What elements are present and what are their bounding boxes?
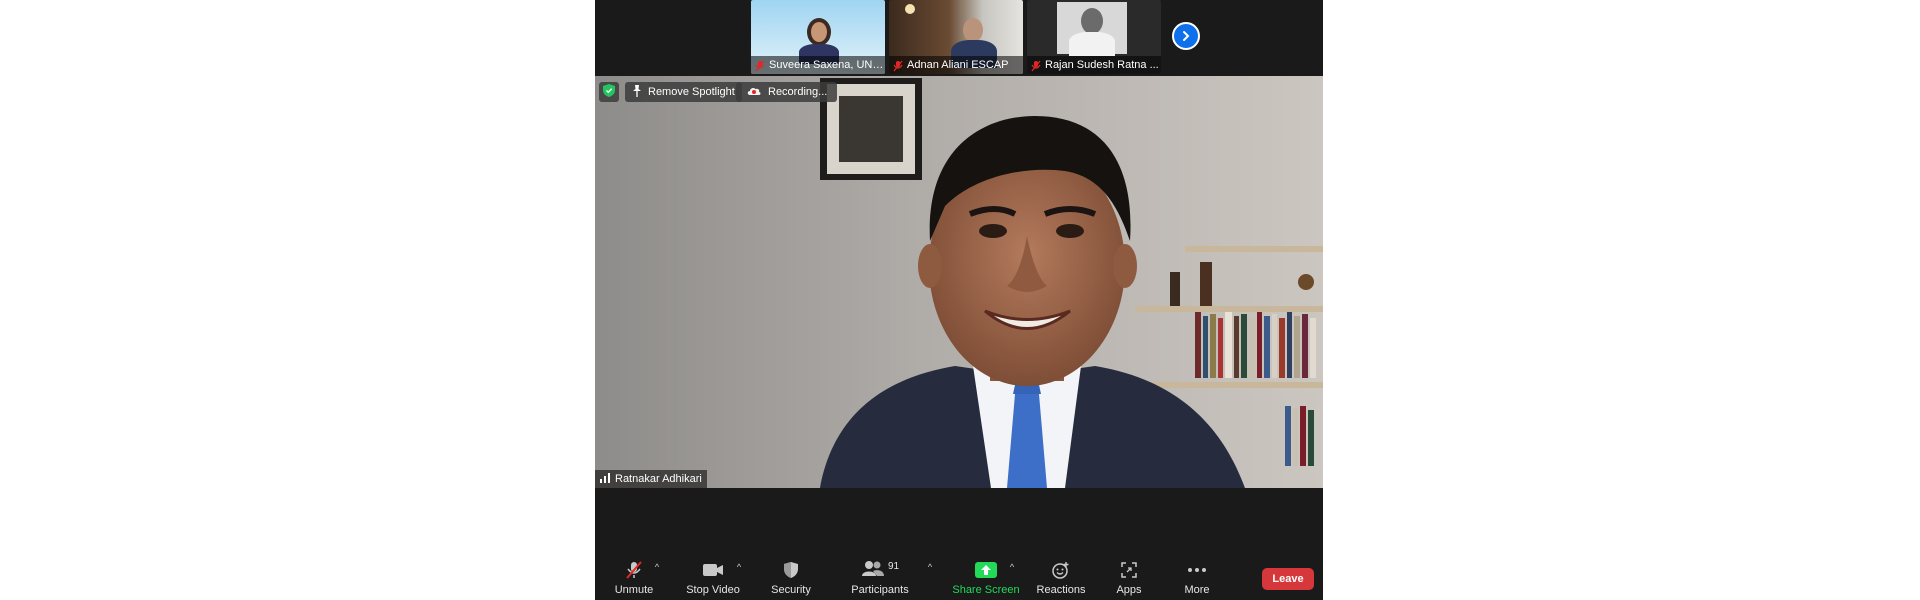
shield-icon	[603, 84, 615, 100]
reactions-label: Reactions	[1036, 584, 1086, 596]
share-screen-label: Share Screen	[952, 584, 1020, 596]
security-button[interactable]: Security	[752, 560, 830, 600]
cloud-recording-icon	[746, 86, 762, 99]
stop-video-label: Stop Video	[686, 584, 740, 596]
audio-signal-icon	[600, 472, 610, 486]
apps-button[interactable]: Apps	[1090, 560, 1168, 600]
speaker-name: Ratnakar Adhikari	[615, 473, 702, 485]
pin-icon	[632, 84, 642, 100]
smiley-plus-icon	[1022, 560, 1100, 580]
security-label: Security	[771, 584, 811, 596]
mic-muted-icon	[893, 59, 903, 72]
more-button[interactable]: More	[1158, 560, 1236, 600]
mic-muted-icon	[755, 59, 765, 72]
shield-icon	[752, 560, 830, 580]
participants-button[interactable]: 91 Participants	[841, 560, 919, 600]
participant-thumbnail[interactable]: Suveera Saxena, UNE...	[751, 0, 885, 74]
chevron-right-icon	[1180, 27, 1192, 45]
video-options-caret-icon[interactable]: ^	[734, 562, 744, 572]
participants-icon-group: 91	[841, 560, 919, 580]
more-label: More	[1184, 584, 1210, 596]
speaker-name-label: Ratnakar Adhikari	[595, 470, 707, 488]
participant-thumbnail[interactable]: Rajan Sudesh Ratna ...	[1027, 0, 1161, 74]
participants-count: 91	[887, 560, 900, 572]
more-dots-icon	[1158, 560, 1236, 580]
remove-spotlight-button[interactable]: Remove Spotlight	[625, 82, 742, 102]
participant-name-bar: Adnan Aliani ESCAP	[889, 56, 1023, 74]
participant-name-bar: Suveera Saxena, UNE...	[751, 56, 885, 74]
security-status-button[interactable]	[599, 82, 619, 102]
participant-thumbnail[interactable]: Adnan Aliani ESCAP	[889, 0, 1023, 74]
next-page-button[interactable]	[1172, 22, 1200, 50]
participant-name: Suveera Saxena, UNE...	[769, 59, 885, 71]
apps-icon	[1090, 560, 1168, 580]
unmute-label: Unmute	[614, 584, 654, 596]
video-frame	[595, 76, 1323, 488]
spotlight-video: Remove Spotlight Recording... Ratnakar A…	[595, 76, 1323, 488]
remove-spotlight-label: Remove Spotlight	[648, 86, 735, 98]
participants-options-caret-icon[interactable]: ^	[925, 562, 935, 572]
participants-icon	[861, 560, 885, 581]
recording-label: Recording...	[768, 86, 828, 98]
meeting-toolbar: Unmute ^ Stop Video ^ Security 91 Partic…	[595, 560, 1323, 600]
zoom-meeting-window: Suveera Saxena, UNE... Adnan Aliani ESCA…	[595, 0, 1323, 600]
leave-button[interactable]: Leave	[1262, 568, 1314, 590]
apps-label: Apps	[1116, 584, 1142, 596]
participants-label: Participants	[851, 584, 909, 596]
participant-name-bar: Rajan Sudesh Ratna ...	[1027, 56, 1161, 74]
audio-options-caret-icon[interactable]: ^	[652, 562, 662, 572]
participant-name: Rajan Sudesh Ratna ...	[1045, 59, 1159, 71]
participant-name: Adnan Aliani ESCAP	[907, 59, 1009, 71]
share-options-caret-icon[interactable]: ^	[1007, 562, 1017, 572]
reactions-button[interactable]: Reactions	[1022, 560, 1100, 600]
mic-muted-icon	[1031, 59, 1041, 72]
recording-indicator[interactable]: Recording...	[736, 82, 838, 102]
participant-thumbnail-strip: Suveera Saxena, UNE... Adnan Aliani ESCA…	[595, 0, 1323, 76]
